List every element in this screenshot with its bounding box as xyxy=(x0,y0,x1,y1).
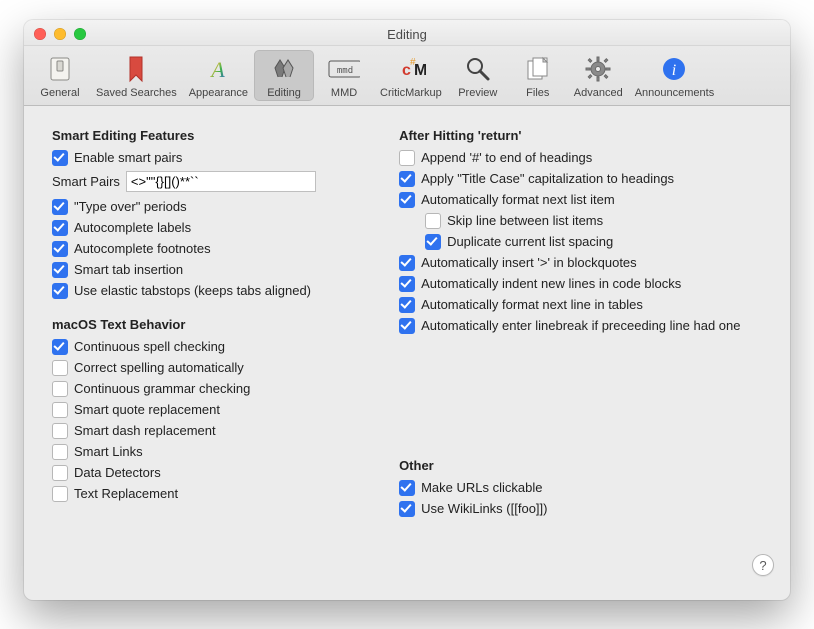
help-button[interactable]: ? xyxy=(752,554,774,576)
checkbox-elastic-tabstops[interactable] xyxy=(52,283,68,299)
checkbox-insert-gt[interactable] xyxy=(399,255,415,271)
toolbar-label: Files xyxy=(526,87,549,99)
checkbox-title-case[interactable] xyxy=(399,171,415,187)
section-other-title: Other xyxy=(399,458,766,473)
checkbox-smart-links[interactable] xyxy=(52,444,68,460)
toolbar-announcements[interactable]: i Announcements xyxy=(629,50,721,101)
label: Continuous spell checking xyxy=(74,338,225,356)
label: Automatically indent new lines in code b… xyxy=(421,275,681,293)
toolbar-label: Appearance xyxy=(189,87,248,99)
editing-icon xyxy=(268,53,300,85)
label: Autocomplete labels xyxy=(74,219,191,237)
label: Duplicate current list spacing xyxy=(447,233,613,251)
label: Automatically format next list item xyxy=(421,191,615,209)
toolbar-appearance[interactable]: A Appearance xyxy=(183,50,254,101)
section-return-title: After Hitting 'return' xyxy=(399,128,766,143)
checkbox-dup-spacing[interactable] xyxy=(425,234,441,250)
appearance-icon: A xyxy=(202,53,234,85)
svg-text:A: A xyxy=(210,57,226,82)
label: Correct spelling automatically xyxy=(74,359,244,377)
checkbox-indent-code[interactable] xyxy=(399,276,415,292)
label: Text Replacement xyxy=(74,485,178,503)
toolbar-mmd[interactable]: mmd MMD xyxy=(314,50,374,101)
checkbox-data-detectors[interactable] xyxy=(52,465,68,481)
label: Automatically format next line in tables xyxy=(421,296,643,314)
label: Apply "Title Case" capitalization to hea… xyxy=(421,170,674,188)
info-icon: i xyxy=(658,53,690,85)
checkbox-type-over-periods[interactable] xyxy=(52,199,68,215)
mmd-icon: mmd xyxy=(328,53,360,85)
label: Use WikiLinks ([[foo]]) xyxy=(421,500,547,518)
checkbox-skip-line[interactable] xyxy=(425,213,441,229)
svg-text:#: # xyxy=(410,57,416,68)
checkbox-autocomplete-labels[interactable] xyxy=(52,220,68,236)
toolbar-label: CriticMarkup xyxy=(380,87,442,99)
toolbar-label: Editing xyxy=(267,87,301,99)
label: Automatically enter linebreak if preceed… xyxy=(421,317,740,335)
magnifier-icon xyxy=(462,53,494,85)
files-icon xyxy=(522,53,554,85)
toolbar-preview[interactable]: Preview xyxy=(448,50,508,101)
label: Smart tab insertion xyxy=(74,261,183,279)
checkbox-spellcheck[interactable] xyxy=(52,339,68,355)
titlebar: Editing xyxy=(24,20,790,46)
checkbox-format-list[interactable] xyxy=(399,192,415,208)
checkbox-smart-quotes[interactable] xyxy=(52,402,68,418)
toolbar-label: Announcements xyxy=(635,87,715,99)
toolbar-label: MMD xyxy=(331,87,357,99)
checkbox-urls-clickable[interactable] xyxy=(399,480,415,496)
label: Autocomplete footnotes xyxy=(74,240,211,258)
toolbar-label: Saved Searches xyxy=(96,87,177,99)
bookmark-icon xyxy=(120,53,152,85)
checkbox-format-table[interactable] xyxy=(399,297,415,313)
checkbox-smart-dashes[interactable] xyxy=(52,423,68,439)
checkbox-text-replacement[interactable] xyxy=(52,486,68,502)
label: "Type over" periods xyxy=(74,198,187,216)
toolbar-editing[interactable]: Editing xyxy=(254,50,314,101)
svg-text:i: i xyxy=(672,62,676,79)
checkbox-autocorrect[interactable] xyxy=(52,360,68,376)
toolbar-advanced[interactable]: Advanced xyxy=(568,50,629,101)
checkbox-autocomplete-footnotes[interactable] xyxy=(52,241,68,257)
toolbar-saved-searches[interactable]: Saved Searches xyxy=(90,50,183,101)
section-macos-title: macOS Text Behavior xyxy=(52,317,371,332)
smart-pairs-label: Smart Pairs xyxy=(52,174,120,189)
checkbox-linebreak[interactable] xyxy=(399,318,415,334)
label: Make URLs clickable xyxy=(421,479,542,497)
preferences-toolbar: General Saved Searches A Appearance xyxy=(24,46,790,106)
label: Smart dash replacement xyxy=(74,422,216,440)
toolbar-label: Advanced xyxy=(574,87,623,99)
checkbox-enable-smart-pairs[interactable] xyxy=(52,150,68,166)
toolbar-label: Preview xyxy=(458,87,497,99)
label: Continuous grammar checking xyxy=(74,380,250,398)
svg-text:M: M xyxy=(414,62,426,79)
checkbox-append-hash[interactable] xyxy=(399,150,415,166)
general-icon xyxy=(44,53,76,85)
checkbox-smart-tab[interactable] xyxy=(52,262,68,278)
label: Enable smart pairs xyxy=(74,149,182,167)
svg-text:mmd: mmd xyxy=(337,66,353,76)
toolbar-label: General xyxy=(40,87,79,99)
toolbar-criticmarkup[interactable]: c M # CriticMarkup xyxy=(374,50,448,101)
smart-pairs-input[interactable] xyxy=(126,171,316,192)
label: Skip line between list items xyxy=(447,212,603,230)
window-title: Editing xyxy=(24,27,790,42)
section-smart-title: Smart Editing Features xyxy=(52,128,371,143)
label: Automatically insert '>' in blockquotes xyxy=(421,254,637,272)
gear-icon xyxy=(582,53,614,85)
label: Data Detectors xyxy=(74,464,161,482)
label: Append '#' to end of headings xyxy=(421,149,592,167)
preferences-window: Editing General Saved Searches A xyxy=(24,20,790,600)
criticmarkup-icon: c M # xyxy=(395,53,427,85)
label: Use elastic tabstops (keeps tabs aligned… xyxy=(74,282,311,300)
checkbox-grammar[interactable] xyxy=(52,381,68,397)
label: Smart quote replacement xyxy=(74,401,220,419)
label: Smart Links xyxy=(74,443,143,461)
content-area: Smart Editing Features Enable smart pair… xyxy=(24,106,790,590)
checkbox-wikilinks[interactable] xyxy=(399,501,415,517)
toolbar-general[interactable]: General xyxy=(30,50,90,101)
toolbar-files[interactable]: Files xyxy=(508,50,568,101)
